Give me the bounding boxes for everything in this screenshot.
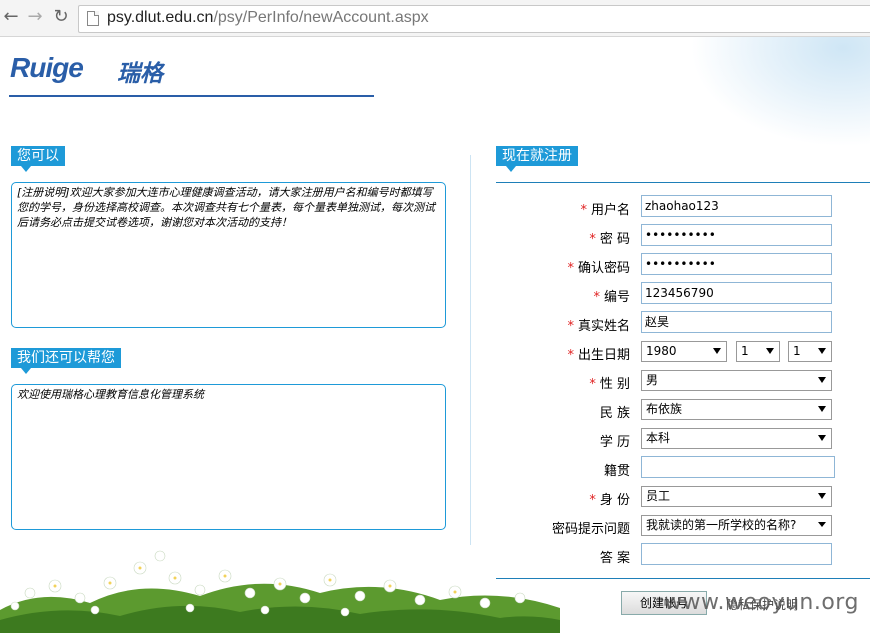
birthdate-label-text: 出生日期 bbox=[577, 348, 630, 363]
number-label-text: 编号 bbox=[603, 290, 630, 305]
row-password-question: 密码提示问题 我就读的第一所学校的名称? bbox=[496, 514, 870, 538]
row-realname: * 真实姓名 赵昊 bbox=[496, 311, 870, 335]
identity-label-text: 身 份 bbox=[599, 493, 630, 508]
chevron-down-icon bbox=[818, 522, 826, 527]
row-birthdate: * 出生日期 1980 1 1 bbox=[496, 340, 870, 364]
number-label: * 编号 bbox=[593, 286, 630, 305]
education-value: 本科 bbox=[646, 431, 671, 445]
gender-select[interactable]: 男 bbox=[641, 370, 832, 391]
url-path: /psy/PerInfo/newAccount.aspx bbox=[213, 9, 429, 26]
ethnic-select[interactable]: 布依族 bbox=[641, 399, 832, 420]
native-place-input[interactable] bbox=[641, 456, 835, 478]
chevron-down-icon bbox=[818, 406, 826, 412]
confirm-password-label: * 确认密码 bbox=[567, 257, 630, 276]
logo-chinese: 瑞格 bbox=[117, 61, 163, 87]
required-mark: * bbox=[580, 203, 587, 218]
chevron-down-icon bbox=[713, 348, 721, 354]
chevron-down-icon bbox=[818, 435, 826, 441]
confirm-password-input[interactable]: •••••••••• bbox=[641, 253, 832, 275]
ethnic-value: 布依族 bbox=[646, 402, 683, 416]
row-password: * 密 码 •••••••••• bbox=[496, 224, 870, 248]
identity-value: 员工 bbox=[646, 489, 671, 503]
required-mark: * bbox=[593, 290, 600, 305]
row-username: * 用户名 zhaohao123 bbox=[496, 195, 870, 219]
row-education: 学 历 本科 bbox=[496, 427, 870, 451]
birth-day-select[interactable]: 1 bbox=[788, 341, 832, 362]
page-icon bbox=[87, 11, 99, 26]
row-number: * 编号 123456790 bbox=[496, 282, 870, 306]
education-select[interactable]: 本科 bbox=[641, 428, 832, 449]
birthdate-label: * 出生日期 bbox=[567, 344, 630, 363]
section-title-you-can: 您可以 bbox=[11, 146, 65, 172]
reload-icon[interactable]: ↻ bbox=[50, 6, 72, 28]
password-question-select[interactable]: 我就读的第一所学校的名称? bbox=[641, 515, 832, 536]
url-host: psy.dlut.edu.cn bbox=[107, 9, 214, 26]
password-question-label: 密码提示问题 bbox=[551, 522, 630, 537]
form-top-rule bbox=[496, 182, 870, 183]
logo-underline bbox=[9, 95, 374, 97]
required-mark: * bbox=[589, 232, 596, 247]
birth-year-value: 1980 bbox=[646, 344, 677, 358]
watermark-text: www.weoyun.org bbox=[664, 590, 859, 615]
welcome-box: 欢迎使用瑞格心理教育信息化管理系统 bbox=[11, 384, 446, 530]
password-question-value: 我就读的第一所学校的名称? bbox=[646, 518, 797, 532]
username-label-text: 用户名 bbox=[590, 203, 630, 218]
chevron-down-icon bbox=[766, 348, 774, 354]
address-bar[interactable]: psy.dlut.edu.cn/psy/PerInfo/newAccount.a… bbox=[78, 5, 870, 33]
gender-value: 男 bbox=[646, 373, 659, 387]
form-title: 现在就注册 bbox=[496, 146, 578, 172]
password-label: * 密 码 bbox=[589, 228, 630, 247]
required-mark: * bbox=[567, 261, 574, 276]
required-mark: * bbox=[567, 319, 574, 334]
answer-label: 答 案 bbox=[599, 551, 630, 566]
password-input[interactable]: •••••••••• bbox=[641, 224, 832, 246]
browser-toolbar: ← → ↻ psy.dlut.edu.cn/psy/PerInfo/newAcc… bbox=[0, 0, 870, 37]
column-divider bbox=[470, 155, 471, 545]
required-mark: * bbox=[567, 348, 574, 363]
password-label-text: 密 码 bbox=[599, 232, 630, 247]
cloud-decoration bbox=[690, 37, 870, 147]
birth-day-value: 1 bbox=[793, 344, 801, 358]
birth-month-value: 1 bbox=[741, 344, 749, 358]
native-place-label: 籍贯 bbox=[603, 464, 630, 479]
identity-label: * 身 份 bbox=[589, 489, 630, 508]
back-arrow-icon[interactable]: ← bbox=[0, 6, 22, 28]
identity-select[interactable]: 员工 bbox=[641, 486, 832, 507]
row-confirm-password: * 确认密码 •••••••••• bbox=[496, 253, 870, 277]
answer-input[interactable] bbox=[641, 543, 832, 565]
url-text[interactable]: psy.dlut.edu.cn/psy/PerInfo/newAccount.a… bbox=[107, 9, 429, 27]
registration-notes-box: [注册说明]欢迎大家参加大连市心理健康调查活动，请大家注册用户名和编号时都填写您… bbox=[11, 182, 446, 328]
gender-label: * 性 别 bbox=[589, 373, 630, 392]
flower-decoration bbox=[0, 550, 560, 633]
row-native-place: 籍贯 bbox=[496, 456, 870, 480]
chevron-down-icon bbox=[818, 377, 826, 383]
number-input[interactable]: 123456790 bbox=[641, 282, 832, 304]
logo-text: Ruige bbox=[10, 52, 84, 83]
forward-arrow-icon[interactable]: → bbox=[24, 6, 46, 28]
realname-label-text: 真实姓名 bbox=[577, 319, 630, 334]
chevron-down-icon bbox=[818, 493, 826, 499]
ethnic-label: 民 族 bbox=[599, 406, 630, 421]
education-label: 学 历 bbox=[599, 435, 630, 450]
welcome-text: 欢迎使用瑞格心理教育信息化管理系统 bbox=[17, 388, 204, 401]
required-mark: * bbox=[589, 493, 596, 508]
row-gender: * 性 别 男 bbox=[496, 369, 870, 393]
username-input[interactable]: zhaohao123 bbox=[641, 195, 832, 217]
birth-year-select[interactable]: 1980 bbox=[641, 341, 727, 362]
confirm-label-text: 确认密码 bbox=[577, 261, 630, 276]
registration-notes-text: [注册说明]欢迎大家参加大连市心理健康调查活动，请大家注册用户名和编号时都填写您… bbox=[17, 186, 435, 229]
row-ethnic: 民 族 布依族 bbox=[496, 398, 870, 422]
chevron-down-icon bbox=[818, 348, 826, 354]
required-mark: * bbox=[589, 377, 596, 392]
birth-month-select[interactable]: 1 bbox=[736, 341, 780, 362]
realname-label: * 真实姓名 bbox=[567, 315, 630, 334]
username-label: * 用户名 bbox=[580, 199, 630, 218]
row-identity: * 身 份 员工 bbox=[496, 485, 870, 509]
gender-label-text: 性 别 bbox=[599, 377, 630, 392]
realname-input[interactable]: 赵昊 bbox=[641, 311, 832, 333]
section-title-help: 我们还可以帮您 bbox=[11, 348, 121, 374]
